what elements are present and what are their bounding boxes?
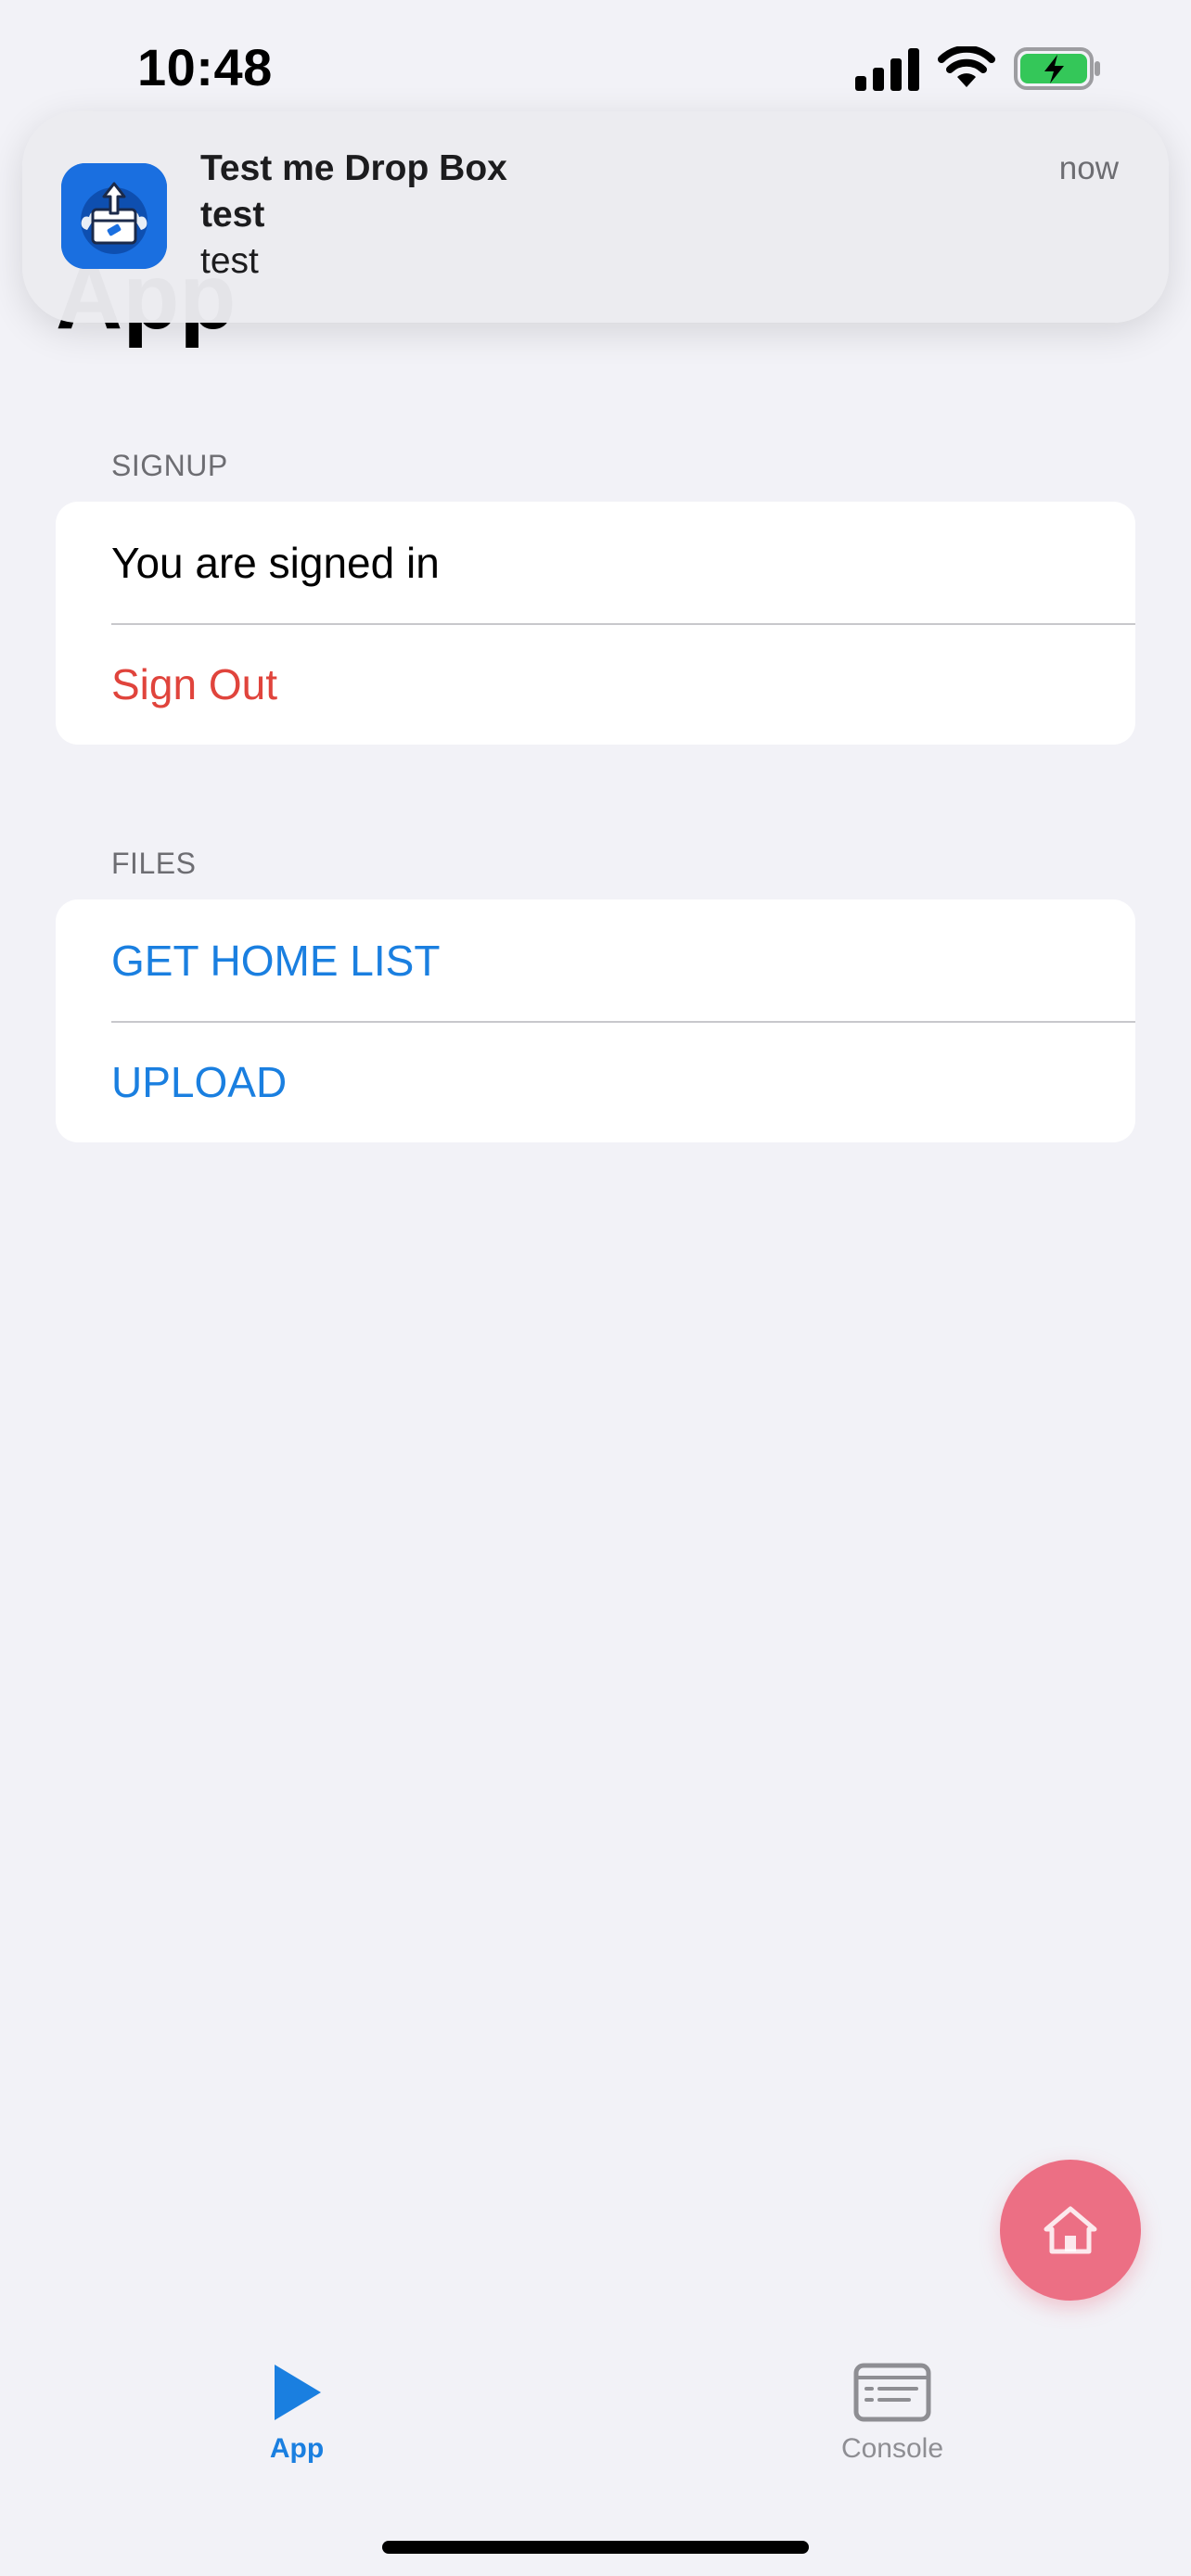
section-header-signup: SIGNUP — [111, 449, 228, 482]
files-card: GET HOME LIST UPLOAD — [56, 899, 1135, 1142]
tab-app[interactable]: App — [186, 2363, 408, 2465]
notification-app-name: Test me Drop Box — [200, 148, 507, 188]
tab-console-label: Console — [840, 2433, 944, 2464]
tab-app-label: App — [269, 2433, 325, 2464]
notification-body: test — [200, 241, 259, 281]
section-header-files: FILES — [111, 847, 197, 880]
upload-button[interactable]: UPLOAD — [56, 1021, 1135, 1142]
cellular-signal-icon — [855, 48, 919, 91]
home-fab-button[interactable] — [1000, 2160, 1141, 2301]
get-home-list-button[interactable]: GET HOME LIST — [56, 899, 1135, 1021]
notification-title: test — [200, 195, 265, 235]
home-icon — [1044, 2206, 1097, 2254]
wifi-icon — [938, 46, 995, 87]
status-time: 10:48 — [137, 38, 273, 96]
notification-banner[interactable]: Test me Drop Box test test now — [22, 111, 1169, 323]
signed-in-status: You are signed in — [111, 538, 440, 587]
signup-card: You are signed in Sign Out — [56, 502, 1135, 745]
tab-console[interactable]: Console — [781, 2363, 1004, 2465]
sign-out-button[interactable]: Sign Out — [56, 623, 1135, 745]
notification-time: now — [1058, 150, 1119, 186]
battery-charging-icon — [1014, 47, 1100, 90]
home-indicator[interactable] — [382, 2541, 809, 2554]
console-icon — [853, 2363, 931, 2422]
app-upload-box-icon — [61, 163, 167, 269]
play-icon — [275, 2365, 321, 2420]
